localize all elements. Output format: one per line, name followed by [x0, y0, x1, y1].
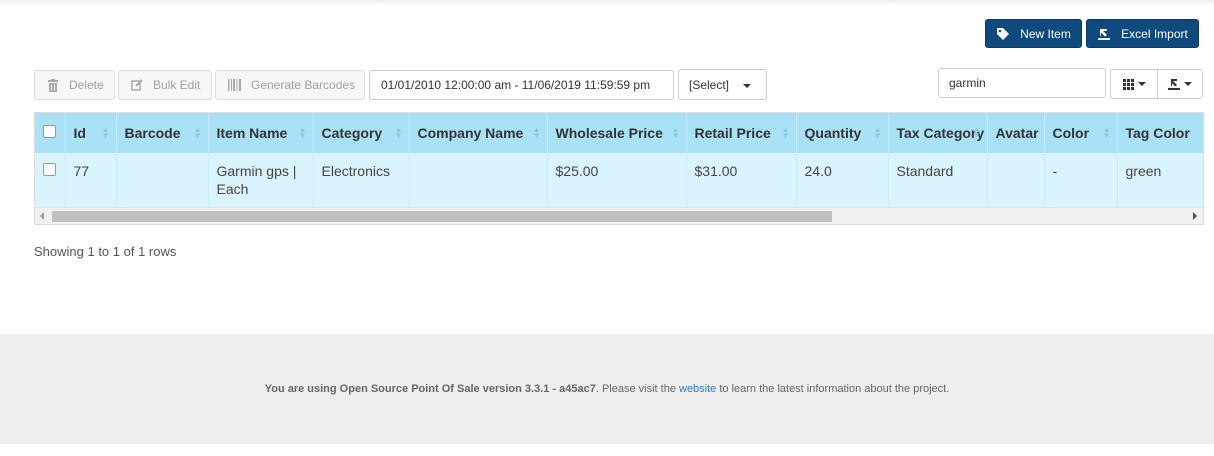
column-header[interactable]: Barcode ▲ ▼ [116, 113, 209, 153]
sort-icon: ▲ ▼ [101, 125, 110, 140]
cell-tag-color: green [1117, 153, 1203, 207]
column-header[interactable]: Retail Price ▲ ▼ [686, 113, 797, 153]
sort-icon: ▲ ▼ [394, 125, 403, 140]
column-header[interactable]: Quantity ▲ ▼ [796, 113, 889, 153]
sort-icon: ▲ ▼ [298, 125, 307, 140]
version-text: You are using Open Source Point Of Sale … [264, 383, 596, 395]
table-row[interactable]: 77 Garmin gps | Each Electronics $25.00 … [35, 153, 1203, 207]
column-header[interactable]: Item Name ▲ ▼ [208, 113, 314, 153]
filter-select[interactable]: [Select] [678, 69, 767, 100]
tag-icon [997, 27, 1010, 40]
table-header-row: Id ▲ ▼ Barcode ▲ ▼ Item Name ▲ ▼ Category ▲ ▼ Co… [35, 113, 1203, 153]
chevron-down-icon [743, 84, 751, 88]
bulk-edit-button[interactable]: Bulk Edit [118, 70, 212, 100]
column-header[interactable]: Id ▲ ▼ [65, 113, 117, 153]
row-select-cell [35, 153, 66, 207]
grid-icon [1122, 78, 1134, 90]
footer-text: You are using Open Source Point Of Sale … [264, 383, 950, 395]
column-header[interactable]: Category ▲ ▼ [313, 113, 410, 153]
edit-icon [131, 79, 143, 91]
import-icon [1098, 28, 1111, 40]
export-button[interactable] [1157, 69, 1203, 99]
column-header[interactable]: Wholesale Price ▲ ▼ [547, 113, 687, 153]
cell-category: Electronics [313, 153, 410, 207]
footer: You are using Open Source Point Of Sale … [0, 334, 1214, 444]
items-table: Id ▲ ▼ Barcode ▲ ▼ Item Name ▲ ▼ Category ▲ ▼ Co… [34, 112, 1204, 225]
delete-label: Delete [69, 78, 104, 92]
sort-icon: ▲ ▼ [1102, 125, 1111, 140]
select-all-checkbox[interactable] [43, 125, 56, 138]
new-item-button[interactable]: New Item [985, 19, 1082, 48]
select-all-header [35, 113, 66, 153]
cell-retail-price: $31.00 [686, 153, 797, 207]
new-item-label: New Item [1020, 26, 1071, 41]
scroll-left-icon[interactable] [40, 212, 44, 220]
bulk-edit-label: Bulk Edit [153, 78, 201, 92]
cell-id: 77 [65, 153, 117, 207]
scrollbar-thumb[interactable] [52, 211, 832, 222]
excel-import-button[interactable]: Excel Import [1086, 19, 1199, 48]
chevron-down-icon [1137, 82, 1146, 86]
sort-icon: ▲ ▼ [532, 125, 541, 140]
cell-avatar [987, 153, 1045, 207]
chevron-down-icon [1184, 82, 1192, 86]
cell-item-name: Garmin gps | Each [208, 153, 314, 207]
column-header[interactable]: Color ▲ ▼ [1044, 113, 1118, 153]
search-input[interactable] [938, 68, 1106, 98]
delete-button[interactable]: Delete [34, 70, 115, 100]
column-header: Avatar [987, 113, 1045, 153]
column-header[interactable]: Company Name ▲ ▼ [409, 113, 548, 153]
scroll-right-icon[interactable] [1193, 212, 1197, 220]
website-link[interactable]: website [679, 383, 716, 395]
column-header[interactable]: Tax Category ▲ ▼ [888, 113, 988, 153]
export-icon [1168, 79, 1180, 90]
date-range-input[interactable]: 01/01/2010 12:00:00 am - 11/06/2019 11:5… [369, 70, 674, 100]
cell-quantity: 24.0 [796, 153, 889, 207]
cell-barcode [116, 153, 209, 207]
excel-import-label: Excel Import [1121, 26, 1188, 41]
cell-color: - [1044, 153, 1118, 207]
generate-barcodes-button[interactable]: Generate Barcodes [215, 70, 365, 100]
cell-wholesale-price: $25.00 [547, 153, 687, 207]
columns-toggle-button[interactable] [1110, 69, 1158, 99]
column-header[interactable]: Tag Color▲▼ [1117, 113, 1203, 153]
top-shadow [0, 0, 1214, 6]
filter-select-value: [Select] [689, 77, 730, 92]
horizontal-scrollbar[interactable] [35, 207, 1203, 224]
trash-icon [48, 78, 58, 92]
generate-barcodes-label: Generate Barcodes [251, 78, 356, 92]
row-checkbox[interactable] [43, 163, 56, 176]
pagination-info: Showing 1 to 1 of 1 rows [34, 244, 177, 259]
sort-icon: ▲ ▼ [671, 125, 680, 140]
sort-icon: ▲ ▼ [873, 125, 882, 140]
sort-icon: ▲ ▼ [781, 125, 790, 140]
barcode-icon [228, 79, 241, 91]
cell-tax-category: Standard [888, 153, 988, 207]
cell-company-name [409, 153, 548, 207]
sort-icon: ▲ ▼ [972, 125, 981, 140]
sort-icon: ▲ ▼ [193, 125, 202, 140]
